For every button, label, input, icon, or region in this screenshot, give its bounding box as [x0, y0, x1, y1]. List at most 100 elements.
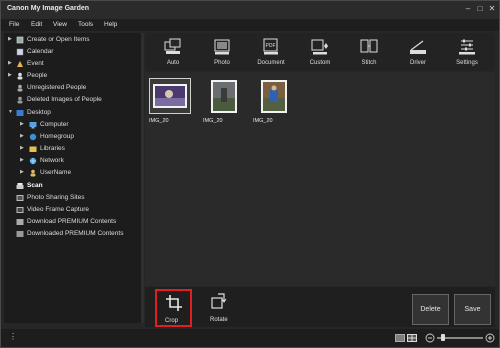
sidebar-item-deleted-images-of-people[interactable]: Deleted Images of People: [4, 95, 141, 106]
expand-arrow-icon[interactable]: ▶: [20, 169, 26, 175]
stitch-button[interactable]: Stitch: [344, 33, 394, 71]
sidebar-item-label: Computer: [40, 121, 69, 128]
zoom-slider-handle[interactable]: [441, 334, 445, 341]
custom-scan-icon: [311, 39, 328, 55]
thumbnail-image[interactable]: [203, 78, 245, 114]
sidebar-item-username[interactable]: ▶ UserName: [4, 168, 141, 179]
auto-scan-icon: [164, 38, 181, 54]
sidebar-item-calendar[interactable]: Calendar: [4, 47, 141, 58]
save-button[interactable]: Save: [454, 294, 491, 325]
video-frame-icon: [16, 207, 24, 213]
computer-icon: [29, 122, 37, 129]
sidebar-item-label: Downloaded PREMIUM Contents: [27, 230, 124, 237]
scan-toolbar: Auto Photo PDF Document Custom Stitch Dr…: [145, 33, 495, 71]
thumbnail-item[interactable]: IMG_20: [203, 78, 245, 126]
title-bar: Canon My Image Garden – □ ✕: [1, 1, 499, 19]
sidebar-item-label: Desktop: [27, 109, 51, 116]
sidebar-item-photo-sharing-sites[interactable]: Photo Sharing Sites: [4, 193, 141, 204]
sidebar-item-create-or-open-items[interactable]: ▶ Create or Open Items: [4, 35, 141, 46]
delete-button[interactable]: Delete: [412, 294, 449, 325]
expand-arrow-icon[interactable]: ▶: [20, 121, 26, 127]
user-folder-icon: [30, 169, 36, 177]
unregistered-person-icon: [17, 84, 23, 92]
sidebar-item-desktop[interactable]: ▼ Desktop: [4, 108, 141, 119]
sidebar-item-label: Libraries: [40, 145, 65, 152]
zoom-out-icon[interactable]: [425, 333, 435, 343]
sidebar-item-scan[interactable]: Scan: [4, 181, 141, 192]
stitch-icon: [360, 39, 378, 53]
info-icon[interactable]: ⋮: [9, 332, 17, 341]
settings-icon: [459, 39, 475, 55]
thumbnail-view-icon[interactable]: [407, 334, 417, 342]
driver-icon: [410, 40, 426, 54]
driver-label: Driver: [410, 60, 426, 66]
document-button[interactable]: PDF Document: [246, 33, 296, 71]
thumbnail-image[interactable]: [253, 78, 295, 114]
custom-label: Custom: [309, 60, 331, 66]
crop-label: Crop: [165, 318, 179, 324]
sidebar-item-people[interactable]: ▶ People: [4, 71, 141, 82]
menu-tools[interactable]: Tools: [78, 21, 93, 28]
downloaded-premium-icon: [16, 231, 24, 237]
event-icon: [17, 61, 23, 67]
download-premium-icon: [16, 219, 24, 225]
settings-label: Settings: [456, 60, 478, 66]
libraries-icon: [29, 146, 37, 152]
create-items-icon: [16, 36, 24, 44]
minimize-icon[interactable]: –: [463, 4, 473, 14]
menu-help[interactable]: Help: [104, 21, 117, 28]
settings-button[interactable]: Settings: [442, 33, 492, 71]
sidebar-item-homegroup[interactable]: ▶ Homegroup: [4, 132, 141, 143]
sidebar-item-label: Unregistered People: [27, 84, 87, 91]
expand-arrow-icon[interactable]: ▶: [20, 145, 26, 151]
window-title: Canon My Image Garden: [7, 5, 90, 12]
sidebar-item-event[interactable]: ▶ Event: [4, 59, 141, 70]
menu-edit[interactable]: Edit: [31, 21, 42, 28]
sidebar-item-libraries[interactable]: ▶ Libraries: [4, 144, 141, 155]
sidebar-item-download-premium-contents[interactable]: Download PREMIUM Contents: [4, 217, 141, 228]
sidebar-item-unregistered-people[interactable]: Unregistered People: [4, 83, 141, 94]
sidebar-item-downloaded-premium-contents[interactable]: Downloaded PREMIUM Contents: [4, 229, 141, 240]
expand-arrow-icon[interactable]: ▶: [8, 36, 14, 42]
zoom-in-icon[interactable]: [485, 333, 495, 343]
maximize-icon[interactable]: □: [475, 4, 485, 14]
stitch-label: Stitch: [361, 60, 377, 66]
driver-button[interactable]: Driver: [393, 33, 443, 71]
thumbnail-item[interactable]: IMG_20: [149, 78, 191, 126]
sidebar-item-label: Calendar: [27, 48, 54, 55]
photo-scan-icon: [214, 39, 230, 55]
crop-button[interactable]: Crop: [155, 289, 192, 327]
thumbnail-item[interactable]: IMG_20: [253, 78, 295, 126]
menu-file[interactable]: File: [9, 21, 19, 28]
custom-button[interactable]: Custom: [295, 33, 345, 71]
details-view-icon[interactable]: [395, 334, 405, 342]
thumbnail-name: IMG_20: [203, 118, 223, 124]
rotate-button[interactable]: Rotate: [201, 291, 238, 327]
auto-button[interactable]: Auto: [148, 33, 198, 71]
panel-splitter[interactable]: [141, 33, 144, 323]
sidebar-item-label: Network: [40, 157, 64, 164]
close-icon[interactable]: ✕: [487, 4, 497, 14]
thumbnail-image[interactable]: [149, 78, 191, 114]
homegroup-icon: [29, 133, 37, 141]
sidebar-item-computer[interactable]: ▶ Computer: [4, 120, 141, 131]
expand-arrow-icon[interactable]: ▶: [20, 157, 26, 163]
expand-arrow-icon[interactable]: ▶: [8, 60, 14, 66]
collapse-arrow-icon[interactable]: ▼: [8, 109, 14, 115]
menu-view[interactable]: View: [53, 21, 67, 28]
sidebar-item-label: Event: [27, 60, 44, 67]
desktop-icon: [16, 110, 24, 116]
sidebar-item-video-frame-capture[interactable]: Video Frame Capture: [4, 205, 141, 216]
expand-arrow-icon[interactable]: ▶: [8, 72, 14, 78]
rotate-label: Rotate: [210, 317, 228, 323]
sidebar-item-label: UserName: [40, 169, 72, 176]
people-icon: [17, 72, 23, 80]
expand-arrow-icon[interactable]: ▶: [20, 133, 26, 139]
svg-text:PDF: PDF: [266, 43, 276, 49]
rotate-icon: [211, 293, 227, 309]
document-scan-icon: PDF: [263, 38, 278, 55]
sidebar-item-network[interactable]: ▶ Network: [4, 156, 141, 167]
thumbnail-area: IMG_20 IMG_20 IMG_20: [145, 72, 495, 286]
photo-button[interactable]: Photo: [197, 33, 247, 71]
sidebar-item-label: Deleted Images of People: [27, 96, 102, 103]
